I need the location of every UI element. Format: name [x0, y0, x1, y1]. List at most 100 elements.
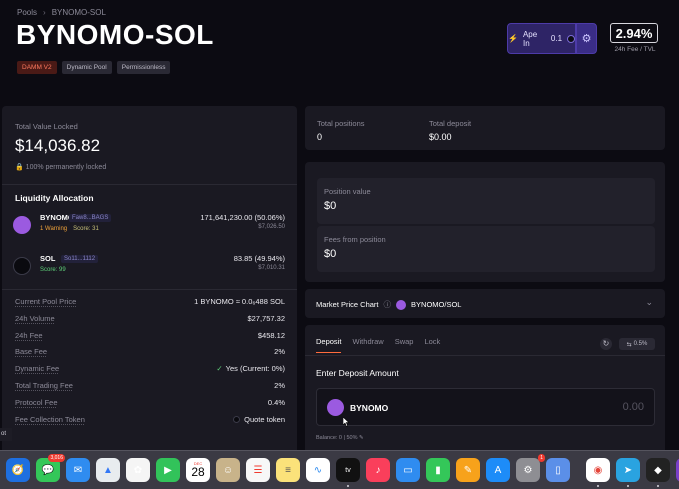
token-usd: $7,026.50: [258, 224, 285, 230]
contacts-icon[interactable]: ☺: [216, 458, 240, 482]
stat-value: Quote token: [233, 415, 285, 424]
fee-tvl-value: 2.94%: [610, 23, 658, 43]
keynote-icon[interactable]: ▭: [396, 458, 420, 482]
music-icon[interactable]: ♪: [366, 458, 390, 482]
stat-value: $27,757.32: [247, 313, 285, 323]
stat-row: Current Pool Price 1 BYNOMO ≈ 0.0₆488 SOL: [15, 297, 285, 314]
total-positions-label: Total positions: [317, 119, 365, 128]
numbers-icon[interactable]: ▮: [426, 458, 450, 482]
chevron-down-icon[interactable]: ⌄: [645, 297, 653, 308]
simulator-icon[interactable]: ▯: [546, 458, 570, 482]
breadcrumb-current: BYNOMO-SOL: [51, 8, 106, 17]
cube-app-icon[interactable]: ◆: [646, 458, 670, 487]
warning-badge[interactable]: 1 Warning: [40, 226, 67, 232]
tab-deposit[interactable]: Deposit: [316, 337, 342, 353]
stat-value: 0.4%: [267, 397, 285, 407]
pencil-icon[interactable]: ✎: [359, 435, 364, 441]
tab-lock[interactable]: Lock: [424, 337, 440, 353]
balance-label[interactable]: Balance: 0 | 50%: [316, 435, 357, 441]
ape-in-amount: 0.1: [550, 34, 563, 43]
fees-label: Fees from position: [324, 235, 386, 244]
position-panel: Position value $0 Fees from position $0: [305, 162, 665, 282]
check-icon: ✓: [216, 364, 223, 374]
fees-value: $0: [324, 248, 337, 260]
chevron-right-icon: ›: [43, 8, 46, 17]
locked-label: 100% permanently locked: [25, 164, 107, 171]
pool-tags: DAMM V2 Dynamic Pool Permissionless: [17, 61, 171, 74]
token-amount: 83.85 (49.94%): [233, 254, 285, 263]
sliders-icon: ⇆: [626, 341, 632, 348]
tab-withdraw[interactable]: Withdraw: [352, 337, 383, 353]
tv-label: tv: [345, 466, 351, 474]
tag-damm: DAMM V2: [17, 61, 57, 74]
slippage-button[interactable]: ⇆ 0.5%: [619, 338, 655, 350]
score-badge[interactable]: Score: 31: [73, 226, 99, 232]
stat-row: Fee Collection Token Quote token: [15, 415, 285, 432]
stat-key: Total Trading Fee: [15, 380, 73, 390]
photos-icon[interactable]: ✿: [126, 458, 150, 482]
balance-text: Balance: 0 | 50% ✎: [316, 435, 364, 441]
token-row-bynomo: BYNOMO Faw8...BAGS 1 Warning Score: 31 1…: [13, 213, 285, 245]
macos-dock: 🧭 💬 3,016 ✉ ▲ ✿ ▶ DEC 28 ☺ ☰ ≡ ∿ tv ♪ ▭ ▮ …: [0, 450, 679, 489]
stat-row: Dynamic Fee ✓ Yes (Current: 0%): [15, 364, 285, 381]
token-meta: 1 Warning Score: 31: [40, 226, 99, 232]
total-deposit-label: Total deposit: [429, 119, 472, 128]
position-value-card: Position value $0: [317, 178, 655, 224]
locked-text: 🔒 100% permanently locked: [15, 163, 106, 171]
total-deposit-value: $0.00: [429, 132, 452, 142]
stat-row: 24h Volume $27,757.32: [15, 314, 285, 331]
reminders-icon[interactable]: ☰: [246, 458, 270, 482]
mail-icon[interactable]: ✉: [66, 458, 90, 482]
tag-permissionless: Permissionless: [116, 61, 171, 74]
tab-swap[interactable]: Swap: [395, 337, 414, 353]
stat-value: 2%: [274, 347, 285, 357]
token-name: SOL: [40, 254, 56, 263]
page-title: BYNOMO-SOL: [16, 19, 214, 50]
pages-icon[interactable]: ✎: [456, 458, 480, 482]
freeform-icon[interactable]: ∿: [306, 458, 330, 482]
mouse-cursor-icon: [343, 417, 350, 427]
telegram-icon[interactable]: ➤: [616, 458, 640, 487]
messages-badge: 3,016: [48, 454, 65, 462]
running-indicator: [597, 485, 599, 487]
stat-value: 2%: [274, 380, 285, 390]
deposit-amount-input[interactable]: BYNOMO 0.00: [316, 388, 655, 426]
refresh-icon[interactable]: ↻: [600, 338, 612, 350]
app-store-icon[interactable]: A: [486, 458, 510, 482]
deposit-token-name: BYNOMO: [350, 403, 389, 413]
stat-key: 24h Fee: [15, 330, 43, 340]
divider: [2, 184, 297, 185]
tvl-label: Total Value Locked: [15, 122, 78, 131]
ape-in-button[interactable]: ⚡ Ape In 0.1: [507, 23, 576, 54]
messages-icon[interactable]: 💬 3,016: [36, 454, 65, 482]
safari-icon[interactable]: 🧭: [6, 458, 30, 482]
tvl-value: $14,036.82: [15, 136, 101, 155]
info-icon[interactable]: ⓘ: [384, 299, 392, 310]
score-badge[interactable]: Score: 99: [40, 267, 66, 273]
deposit-amount-value[interactable]: 0.00: [623, 401, 644, 413]
stat-row: Total Trading Fee 2%: [15, 381, 285, 398]
market-price-chart-toggle[interactable]: Market Price Chart ⓘ BYNOMO/SOL ⌄: [305, 289, 665, 318]
tag-dynamic: Dynamic Pool: [61, 61, 112, 74]
ape-settings-button[interactable]: ⚙: [576, 23, 597, 54]
tooltip-fragment: ot: [0, 428, 12, 441]
dynamic-fee-value: Yes (Current: 0%): [225, 364, 285, 374]
calendar-icon[interactable]: DEC 28: [186, 458, 210, 482]
token-address-link[interactable]: So11...1112: [61, 255, 99, 263]
settings-badge: 1: [538, 454, 545, 462]
positions-summary-panel: Total positions 0 Total deposit $0.00: [305, 106, 665, 150]
token-amount: 171,641,230.00 (50.06%): [200, 213, 285, 222]
notes-icon[interactable]: ≡: [276, 458, 300, 482]
token-address-link[interactable]: Faw8...BAGS: [69, 214, 112, 222]
stat-row: 24h Fee $458.12: [15, 331, 285, 348]
stat-value: ✓ Yes (Current: 0%): [216, 364, 285, 373]
pool-info-panel: Total Value Locked $14,036.82 🔒 100% per…: [2, 106, 297, 456]
system-settings-icon[interactable]: ⚙ 1: [516, 454, 545, 482]
facetime-icon[interactable]: ▶: [156, 458, 180, 482]
running-indicator: [347, 485, 349, 487]
chrome-icon[interactable]: ◉: [586, 458, 610, 487]
breadcrumb-pools[interactable]: Pools: [17, 8, 37, 17]
apple-tv-icon[interactable]: tv: [336, 458, 360, 487]
maps-icon[interactable]: ▲: [96, 458, 120, 482]
running-indicator: [627, 485, 629, 487]
